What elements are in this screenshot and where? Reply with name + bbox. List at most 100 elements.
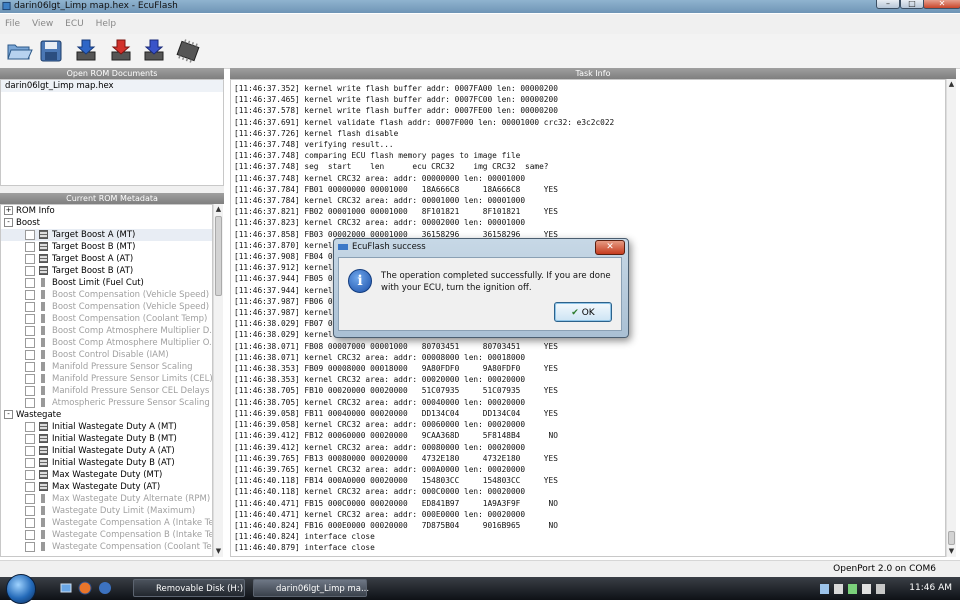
tree-item-checkbox[interactable] bbox=[25, 277, 35, 288]
tree-item[interactable]: Max Wastegate Duty (MT) bbox=[1, 469, 212, 481]
rom-metadata-tree: + ROM Info - Boost Target Boost A (MT) Target… bbox=[0, 204, 213, 557]
tree-item[interactable]: Initial Wastegate Duty A (AT) bbox=[1, 445, 212, 457]
dialog-body: i The operation completed successfully. … bbox=[338, 257, 622, 331]
tree-item-checkbox[interactable] bbox=[25, 289, 35, 300]
scroll-down-arrow-icon[interactable]: ▼ bbox=[947, 547, 956, 556]
table-1d-icon bbox=[41, 386, 45, 395]
menu-help[interactable]: Help bbox=[96, 14, 117, 34]
tree-item[interactable]: Target Boost A (AT) bbox=[1, 253, 212, 265]
tree-item[interactable]: Target Boost B (AT) bbox=[1, 265, 212, 277]
tree-category[interactable]: - Wastegate bbox=[1, 409, 212, 421]
save-disk-icon[interactable] bbox=[37, 37, 65, 65]
tree-item[interactable]: Wastegate Compensation A (Intake Te... bbox=[1, 517, 212, 529]
tree-item[interactable]: Wastegate Compensation (Coolant Te... bbox=[1, 541, 212, 553]
ok-button[interactable]: ✔ OK bbox=[554, 302, 612, 322]
taskbar: Removable Disk (H:) darin06lgt_Limp ma..… bbox=[0, 574, 960, 604]
taskbar-button-removable-disk[interactable]: Removable Disk (H:) bbox=[133, 579, 245, 597]
tree-item-checkbox[interactable] bbox=[25, 253, 35, 264]
tree-item-checkbox[interactable] bbox=[25, 349, 35, 360]
tree-item-checkbox[interactable] bbox=[25, 469, 35, 480]
tree-item-checkbox[interactable] bbox=[25, 301, 35, 312]
tree-item[interactable]: Manifold Pressure Sensor Limits (CEL) bbox=[1, 373, 212, 385]
collapse-icon[interactable]: - bbox=[4, 410, 13, 419]
tree-item[interactable]: Initial Wastegate Duty A (MT) bbox=[1, 421, 212, 433]
chip-icon[interactable] bbox=[174, 37, 202, 65]
tree-item[interactable]: Boost Comp Atmosphere Multiplier D... bbox=[1, 325, 212, 337]
tree-item-checkbox[interactable] bbox=[25, 241, 35, 252]
tree-scrollbar[interactable]: ▲ ▼ bbox=[213, 204, 223, 557]
tree-item[interactable]: Boost Control Disable (IAM) bbox=[1, 349, 212, 361]
menu-file[interactable]: File bbox=[5, 14, 20, 34]
tree-item-checkbox[interactable] bbox=[25, 457, 35, 468]
tree-item[interactable]: Initial Wastegate Duty B (AT) bbox=[1, 457, 212, 469]
tree-item-checkbox[interactable] bbox=[25, 433, 35, 444]
tree-item-checkbox[interactable] bbox=[25, 517, 35, 528]
tree-item-checkbox[interactable] bbox=[25, 541, 35, 552]
maximize-button[interactable]: □ bbox=[900, 0, 924, 9]
scroll-up-arrow-icon[interactable]: ▲ bbox=[214, 205, 223, 214]
tree-item[interactable]: Max Wastegate Duty Alternate (RPM) bbox=[1, 493, 212, 505]
tree-item-checkbox[interactable] bbox=[25, 373, 35, 384]
log-scrollbar[interactable]: ▲ ▼ bbox=[946, 79, 956, 557]
table-1d-icon bbox=[41, 350, 45, 359]
panel-splitter[interactable] bbox=[0, 186, 224, 193]
tree-item[interactable]: Boost Compensation (Vehicle Speed) bbox=[1, 289, 212, 301]
minimize-button[interactable]: – bbox=[876, 0, 900, 9]
log-line: [11:46:40.471] FB15 000C0000 00020000 ED… bbox=[234, 498, 558, 508]
tree-category[interactable]: + ROM Info bbox=[1, 205, 212, 217]
menu-ecu[interactable]: ECU bbox=[65, 14, 84, 34]
tree-label: Wastegate Duty Limit (Maximum) bbox=[52, 506, 196, 516]
close-window-button[interactable]: ✕ bbox=[923, 0, 960, 9]
open-folder-icon[interactable] bbox=[5, 37, 33, 65]
tree-item-checkbox[interactable] bbox=[25, 493, 35, 504]
tree-item[interactable]: Wastegate Compensation B (Intake Te... bbox=[1, 529, 212, 541]
tree-item[interactable]: Boost Limit (Fuel Cut) bbox=[1, 277, 212, 289]
dialog-close-button[interactable]: ✕ bbox=[595, 240, 625, 255]
tree-item[interactable]: Initial Wastegate Duty B (MT) bbox=[1, 433, 212, 445]
read-rom-icon[interactable] bbox=[72, 37, 100, 65]
tree-item-checkbox[interactable] bbox=[25, 325, 35, 336]
scroll-down-arrow-icon[interactable]: ▼ bbox=[214, 547, 223, 556]
ok-check-icon: ✔ bbox=[571, 308, 579, 318]
log-line: [11:46:38.705] FB10 00020000 00020000 51… bbox=[234, 386, 558, 396]
quicklaunch-app-icon[interactable] bbox=[98, 581, 112, 595]
expand-icon[interactable]: + bbox=[4, 206, 13, 215]
tree-item[interactable]: Manifold Pressure Sensor Scaling bbox=[1, 361, 212, 373]
tree-item-checkbox[interactable] bbox=[25, 385, 35, 396]
write-rom-icon[interactable] bbox=[107, 37, 135, 65]
collapse-icon[interactable]: - bbox=[4, 218, 13, 227]
tree-item[interactable]: Wastegate Duty Limit (Maximum) bbox=[1, 505, 212, 517]
system-tray-icons[interactable] bbox=[820, 583, 890, 595]
tree-item-checkbox[interactable] bbox=[25, 313, 35, 324]
log-line: [11:46:38.071] kernel CRC32 area: addr: … bbox=[234, 352, 526, 362]
tree-item[interactable]: Target Boost B (MT) bbox=[1, 241, 212, 253]
log-scroll-thumb[interactable] bbox=[948, 531, 955, 545]
firefox-icon[interactable] bbox=[78, 581, 92, 595]
show-desktop-icon[interactable] bbox=[60, 582, 72, 594]
tree-item-checkbox[interactable] bbox=[25, 337, 35, 348]
tree-item[interactable]: Atmospheric Pressure Sensor Scaling bbox=[1, 397, 212, 409]
tree-scroll-thumb[interactable] bbox=[215, 216, 222, 296]
tree-item[interactable]: Target Boost A (MT) bbox=[1, 229, 212, 241]
tree-category[interactable]: - Boost bbox=[1, 217, 212, 229]
tree-item-checkbox[interactable] bbox=[25, 397, 35, 408]
tree-item-checkbox[interactable] bbox=[25, 265, 35, 276]
open-rom-documents-list: darin06lgt_Limp map.hex bbox=[0, 79, 224, 186]
tree-item[interactable]: Manifold Pressure Sensor CEL Delays bbox=[1, 385, 212, 397]
tree-item[interactable]: Boost Compensation (Coolant Temp) bbox=[1, 313, 212, 325]
tree-item-checkbox[interactable] bbox=[25, 529, 35, 540]
tree-item-checkbox[interactable] bbox=[25, 229, 35, 240]
tree-item[interactable]: Max Wastegate Duty (AT) bbox=[1, 481, 212, 493]
tree-item-checkbox[interactable] bbox=[25, 505, 35, 516]
taskbar-button-ecuflash[interactable]: darin06lgt_Limp ma... bbox=[253, 579, 369, 597]
tree-item-checkbox[interactable] bbox=[25, 361, 35, 372]
tree-item-checkbox[interactable] bbox=[25, 481, 35, 492]
tree-item[interactable]: Boost Comp Atmosphere Multiplier O... bbox=[1, 337, 212, 349]
tree-item[interactable]: Boost Compensation (Vehicle Speed) bbox=[1, 301, 212, 313]
test-write-icon[interactable] bbox=[140, 37, 168, 65]
scroll-up-arrow-icon[interactable]: ▲ bbox=[947, 80, 956, 89]
tree-item-checkbox[interactable] bbox=[25, 445, 35, 456]
open-document-item[interactable]: darin06lgt_Limp map.hex bbox=[1, 80, 223, 92]
menu-view[interactable]: View bbox=[32, 14, 53, 34]
tree-item-checkbox[interactable] bbox=[25, 421, 35, 432]
